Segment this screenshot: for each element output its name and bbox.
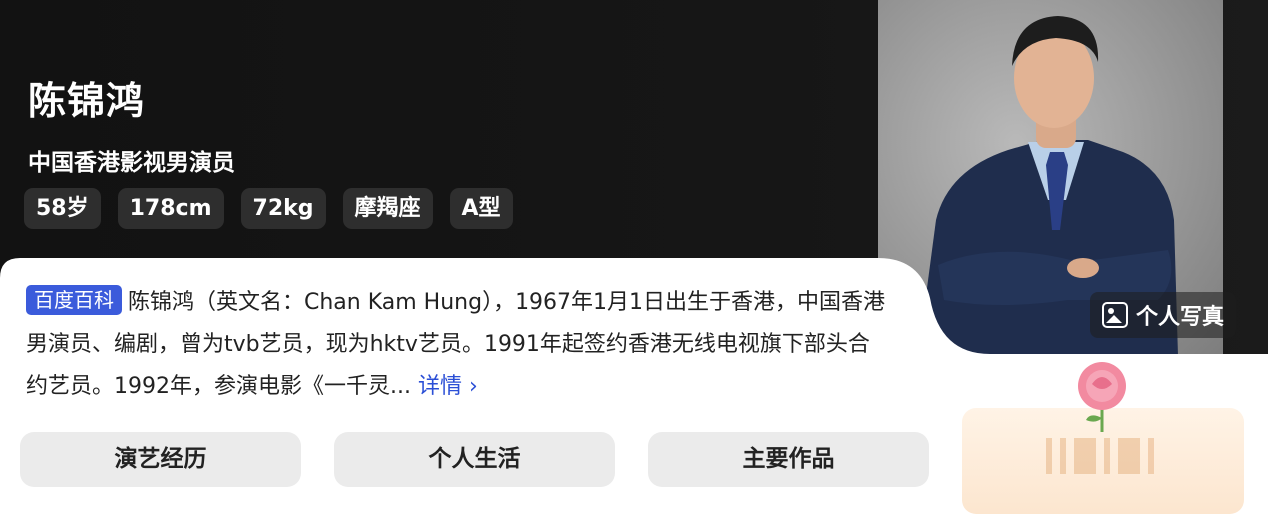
blood-type-tag: A型 [449, 188, 513, 229]
summary-text-block: 百度百科 陈锦鸿（英文名：Chan Kam Hung），1967年1月1日出生于香… [26, 282, 886, 408]
height-tag: 178cm [117, 188, 224, 229]
tab-acting-career[interactable]: 演艺经历 [20, 432, 301, 487]
tab-major-works[interactable]: 主要作品 [648, 432, 929, 487]
zodiac-tag: 摩羯座 [342, 188, 433, 229]
weight-tag: 72kg [240, 188, 326, 229]
attribute-tags: 58岁 178cm 72kg 摩羯座 A型 [24, 188, 513, 229]
person-name: 陈锦鸿 [28, 79, 146, 123]
age-tag: 58岁 [24, 188, 101, 229]
rose-icon [1078, 362, 1126, 432]
promo-decoration[interactable] [962, 354, 1268, 514]
promo-mark [1046, 438, 1166, 474]
baidu-baike-badge[interactable]: 百度百科 [26, 285, 122, 315]
person-subtitle: 中国香港影视男演员 [28, 150, 235, 176]
section-tabs: 演艺经历 个人生活 主要作品 [20, 432, 929, 487]
tab-personal-life[interactable]: 个人生活 [334, 432, 615, 487]
details-link[interactable]: 详情 › [418, 374, 478, 399]
